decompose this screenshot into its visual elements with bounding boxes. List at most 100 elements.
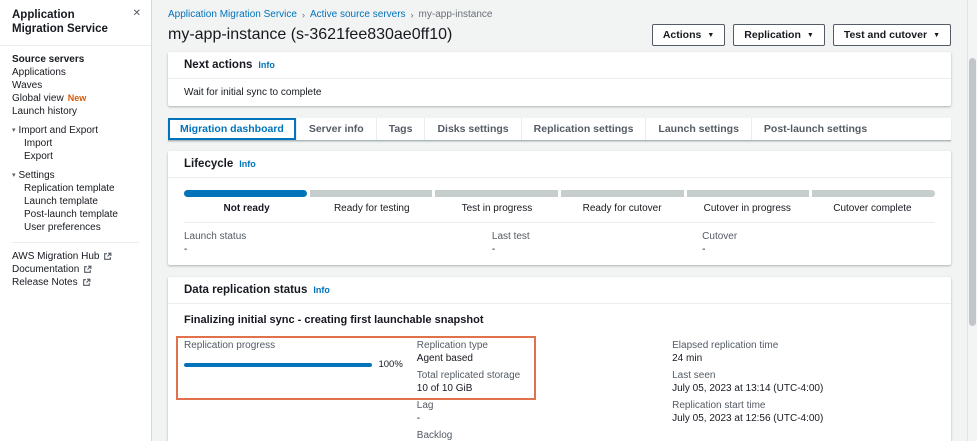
lifecycle-segment-ready-for-cutover [561, 190, 684, 197]
progress-percent-label: 100% [378, 359, 403, 370]
stage-label: Test in progress [461, 203, 533, 214]
sidebar-link-aws-migration-hub[interactable]: AWS Migration Hub [0, 250, 151, 263]
close-icon[interactable]: ✕ [133, 8, 141, 20]
field-label: Total replicated storage [416, 370, 521, 381]
external-link-icon [84, 265, 92, 273]
test-and-cutover-button[interactable]: Test and cutover ▼ [832, 24, 951, 46]
lifecycle-segment-cutover-complete [812, 190, 936, 197]
tab-replication-settings[interactable]: Replication settings [522, 118, 647, 140]
tab-post-launch-settings[interactable]: Post-launch settings [752, 118, 879, 140]
breadcrumb-link-active-source-servers[interactable]: Active source servers [310, 9, 406, 20]
caret-down-icon: ▼ [933, 31, 940, 39]
replication-status-heading: Finalizing initial sync - creating first… [184, 314, 484, 326]
section-expanded-icon: ▾ [12, 171, 16, 179]
stage-label: Cutover in progress [703, 203, 791, 214]
sidebar-section-settings[interactable]: ▾ Settings [0, 169, 151, 182]
field-label: Replication progress [184, 340, 276, 351]
info-link[interactable]: Info [239, 159, 256, 169]
button-label: Test and cutover [843, 29, 928, 41]
page-header: my-app-instance (s-3621fee830ae0ff10) Ac… [152, 20, 967, 52]
stage-label: Not ready [223, 203, 270, 214]
lifecycle-header: Lifecycle Info [168, 151, 951, 178]
sidebar-item-user-preferences[interactable]: User preferences [0, 221, 151, 234]
scrollbar-thumb[interactable] [969, 58, 976, 326]
sidebar-item-import[interactable]: Import [0, 137, 151, 150]
next-actions-body: Wait for initial sync to complete [168, 79, 951, 106]
sidebar-item-post-launch-template[interactable]: Post-launch template [0, 208, 151, 221]
field-value: 24 min [672, 353, 703, 364]
field-label: Last seen [672, 370, 716, 381]
tab-disks-settings[interactable]: Disks settings [425, 118, 522, 140]
info-link[interactable]: Info [313, 285, 330, 295]
sidebar-item-launch-history[interactable]: Launch history [0, 105, 151, 118]
tab-launch-settings[interactable]: Launch settings [646, 118, 752, 140]
data-replication-body: Finalizing initial sync - creating first… [168, 304, 951, 441]
actions-button[interactable]: Actions ▼ [651, 24, 726, 46]
field-value: 10 of 10 GiB [416, 383, 473, 394]
vertical-scrollbar [967, 0, 977, 441]
section-expanded-icon: ▾ [12, 126, 16, 134]
section-label: Settings [18, 169, 55, 181]
sidebar-item-source-servers[interactable]: Source servers [0, 53, 151, 66]
lifecycle-stage-labels: Not ready Ready for testing Test in prog… [184, 201, 935, 214]
next-action-text: Wait for initial sync to complete [184, 87, 322, 98]
breadcrumb: Application Migration Service › Active s… [152, 0, 967, 20]
stage-label: Ready for cutover [582, 203, 662, 214]
sidebar-link-release-notes[interactable]: Release Notes [0, 276, 151, 289]
external-link-icon [82, 278, 91, 286]
field-value: - [416, 413, 421, 424]
next-actions-card: Next actions Info Wait for initial sync … [168, 52, 951, 106]
info-link[interactable]: Info [258, 60, 275, 70]
link-label: Documentation [12, 263, 80, 275]
field-label: Replication type [416, 340, 488, 351]
field-label: Elapsed replication time [672, 340, 779, 351]
field-value: July 05, 2023 at 13:14 (UTC-4:00) [672, 383, 824, 394]
lifecycle-body: Not ready Ready for testing Test in prog… [168, 178, 951, 265]
breadcrumb-current: my-app-instance [418, 9, 493, 20]
sidebar-item-applications[interactable]: Applications [0, 66, 151, 79]
field-lag: Lag - [417, 400, 672, 424]
lifecycle-segment-cutover-in-progress [686, 190, 810, 197]
sidebar-item-launch-template[interactable]: Launch template [0, 195, 151, 208]
tab-migration-dashboard[interactable]: Migration dashboard [168, 118, 297, 140]
replication-progress-fill [184, 362, 373, 367]
replication-progress-column: Replication progress 100% [184, 340, 417, 441]
field-last-seen: Last seen July 05, 2023 at 13:14 (UTC-4:… [672, 370, 935, 394]
new-badge: New [67, 92, 87, 103]
caret-down-icon: ▼ [806, 31, 814, 39]
replication-timing-column: Elapsed replication time 24 min Last see… [672, 340, 935, 441]
next-actions-header: Next actions Info [168, 52, 951, 79]
sidebar-link-documentation[interactable]: Documentation [0, 263, 151, 276]
app-window: Application Migration Service ✕ Source s… [0, 0, 977, 441]
lifecycle-card: Lifecycle Info Not ready Ready for testi… [168, 151, 951, 265]
lifecycle-segment-not-ready [184, 190, 307, 197]
button-label: Actions [662, 29, 702, 41]
replication-details-column: Replication type Agent based Total repli… [417, 340, 672, 441]
data-replication-card: Data replication status Info Finalizing … [168, 277, 951, 441]
data-replication-header: Data replication status Info [168, 277, 951, 304]
button-label: Replication [744, 29, 801, 41]
sidebar: Application Migration Service ✕ Source s… [0, 0, 152, 441]
tab-tags[interactable]: Tags [377, 118, 426, 140]
caret-down-icon: ▼ [707, 31, 715, 39]
tab-server-info[interactable]: Server info [297, 118, 377, 140]
sidebar-item-global-view[interactable]: Global view New [0, 92, 151, 105]
data-replication-grid: Replication progress 100% Replication ty… [184, 340, 935, 441]
sidebar-nav: Source servers Applications Waves Global… [0, 46, 151, 297]
breadcrumb-separator-icon: › [410, 9, 414, 20]
field-elapsed-replication-time: Elapsed replication time 24 min [672, 340, 935, 364]
breadcrumb-link-service[interactable]: Application Migration Service [168, 9, 297, 20]
field-backlog: Backlog - [417, 430, 672, 441]
field-label: Launch status [184, 231, 247, 242]
sidebar-section-import-and-export[interactable]: ▾ Import and Export [0, 124, 151, 137]
sidebar-item-export[interactable]: Export [0, 150, 151, 163]
field-value: - [184, 244, 188, 255]
field-label: Last test [491, 231, 530, 242]
sidebar-item-replication-template[interactable]: Replication template [0, 182, 151, 195]
link-label: Release Notes [12, 276, 78, 288]
progress-track [184, 362, 373, 367]
field-value: Agent based [416, 353, 473, 364]
sidebar-item-waves[interactable]: Waves [0, 79, 151, 92]
field-replication-type: Replication type Agent based [417, 340, 672, 364]
replication-button[interactable]: Replication ▼ [733, 24, 825, 46]
